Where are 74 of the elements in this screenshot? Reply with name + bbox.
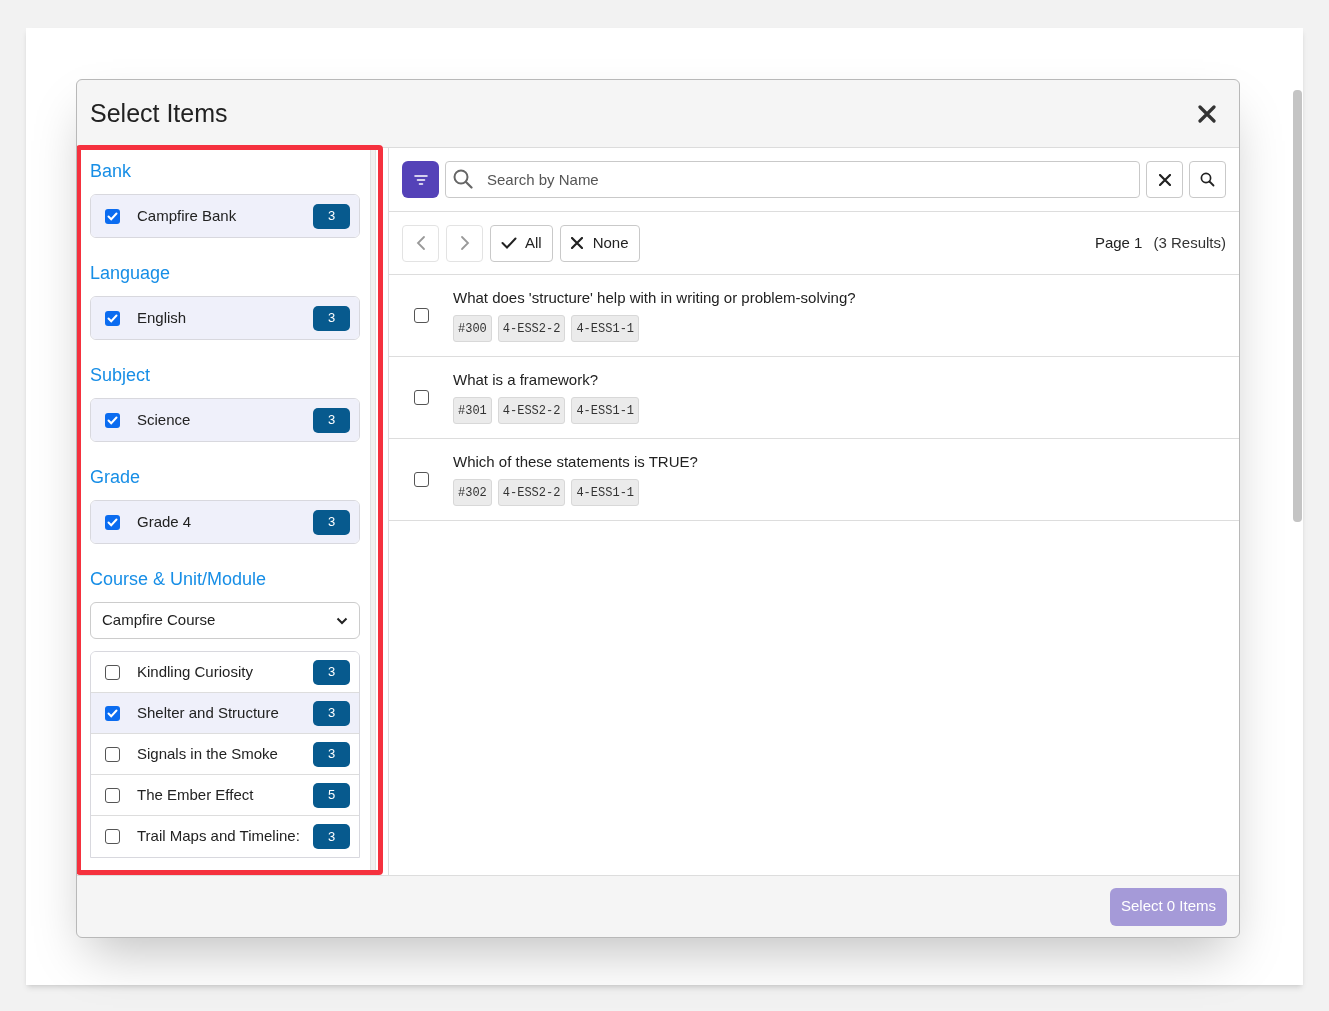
search-icon	[453, 169, 473, 189]
close-icon	[1158, 173, 1171, 186]
filter-option[interactable]: Campfire Bank 3	[91, 195, 359, 237]
option-label: English	[137, 307, 188, 328]
option-label: Science	[137, 409, 192, 430]
option-label: Trail Maps and Timeline:	[137, 826, 301, 847]
question-text: What does 'structure' help with in writing or problem-solving?	[453, 287, 856, 308]
option-label: Shelter and Structure	[137, 702, 280, 723]
filter-option[interactable]: Science 3	[91, 399, 359, 441]
tag-chip: #300	[453, 315, 492, 343]
filter-heading: Bank	[90, 161, 133, 182]
chevron-left-icon	[415, 235, 426, 251]
option-label: Grade 4	[137, 511, 193, 532]
check-icon	[501, 237, 517, 249]
tag-chip: 4-ESS2-2	[497, 315, 566, 343]
filter-option[interactable]: English 3	[91, 297, 359, 339]
chevron-down-icon	[336, 616, 348, 625]
tag-chip: 4-ESS2-2	[497, 397, 566, 425]
filter-heading: Course & Unit/Module	[90, 569, 268, 590]
checkbox[interactable]	[414, 308, 429, 323]
question-text: Which of these statements is TRUE?	[453, 451, 698, 472]
filter-heading: Subject	[90, 365, 152, 386]
checkbox[interactable]	[414, 390, 429, 405]
count-badge: 3	[313, 509, 350, 535]
checkbox[interactable]	[105, 412, 120, 428]
clear-search-button[interactable]	[1146, 161, 1183, 198]
count-badge: 3	[313, 659, 350, 685]
option-label: Signals in the Smoke	[137, 743, 279, 764]
tag-chip: 4-ESS2-2	[497, 479, 566, 507]
course-dropdown[interactable]: Campfire Course	[90, 602, 360, 639]
tag-chip: #302	[453, 479, 492, 507]
filter-heading: Grade	[90, 467, 142, 488]
tag-chip: 4-ESS1-1	[571, 397, 640, 425]
filter-option[interactable]: Shelter and Structure 3	[91, 693, 359, 734]
filter-option[interactable]: Grade 4 3	[91, 501, 359, 543]
checkbox[interactable]	[105, 664, 120, 680]
checkbox[interactable]	[414, 472, 429, 487]
close-icon[interactable]	[1198, 104, 1216, 123]
search-field[interactable]: Search by Name	[445, 161, 1140, 198]
scrollbar-thumb[interactable]	[1293, 90, 1302, 522]
results-count: (3 Results)	[1153, 232, 1226, 253]
tag-chip: 4-ESS1-1	[571, 479, 640, 507]
filter-icon	[413, 173, 428, 186]
checkbox[interactable]	[105, 787, 120, 803]
checkbox[interactable]	[105, 514, 120, 530]
filter-option[interactable]: Kindling Curiosity 3	[91, 652, 359, 693]
count-badge: 3	[313, 741, 350, 767]
tag-chip: 4-ESS1-1	[571, 315, 640, 343]
checkbox[interactable]	[105, 705, 120, 721]
select-all-button[interactable]: All	[490, 224, 553, 262]
count-badge: 3	[313, 407, 350, 433]
checkbox[interactable]	[105, 746, 120, 762]
select-none-button[interactable]: None	[559, 224, 640, 262]
count-badge: 3	[313, 305, 350, 331]
filter-heading: Language	[90, 263, 172, 284]
search-button[interactable]	[1189, 161, 1226, 198]
count-badge: 5	[313, 782, 350, 808]
count-badge: 3	[313, 824, 350, 849]
option-label: The Ember Effect	[137, 784, 255, 805]
modal-title: Select Items	[90, 97, 228, 129]
checkbox[interactable]	[105, 829, 120, 844]
x-icon	[570, 237, 583, 249]
count-badge: 3	[313, 700, 350, 726]
search-icon	[1200, 172, 1215, 187]
count-badge: 3	[313, 203, 350, 229]
chevron-right-icon	[459, 235, 470, 251]
filter-button[interactable]	[402, 161, 439, 198]
option-label: Kindling Curiosity	[137, 661, 254, 682]
tag-chip: #301	[453, 397, 492, 425]
page-label: Page 1	[1094, 232, 1143, 253]
checkbox[interactable]	[105, 310, 120, 326]
checkbox[interactable]	[105, 208, 120, 224]
option-label: Campfire Bank	[137, 205, 238, 226]
question-text: What is a framework?	[453, 369, 600, 390]
